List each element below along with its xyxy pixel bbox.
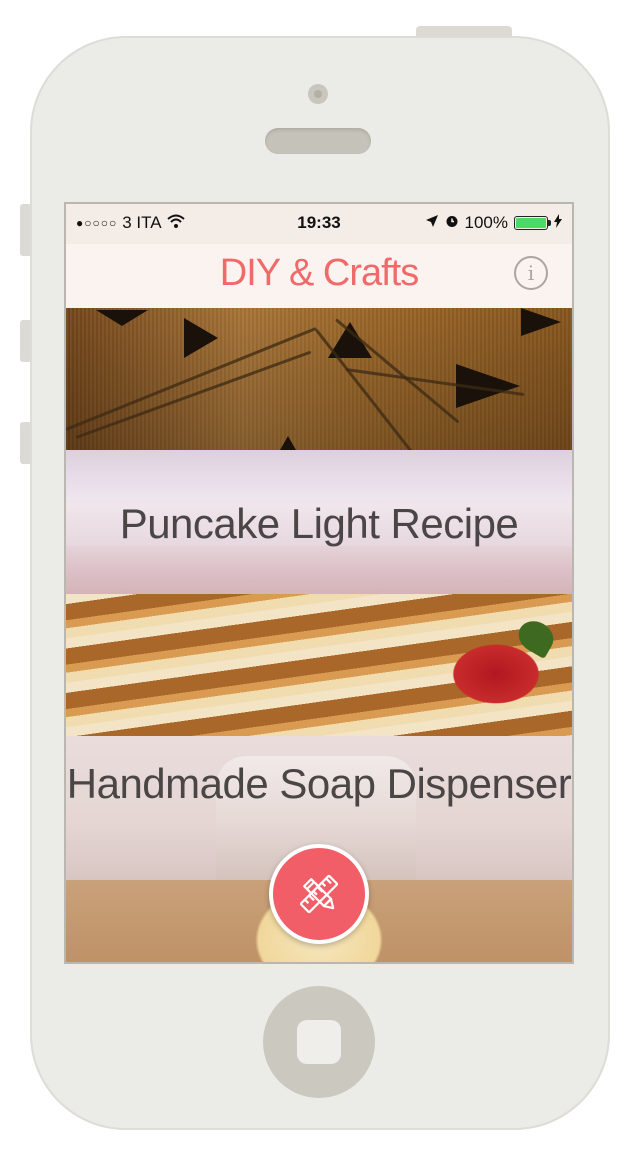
recipe-card-pancake-photo[interactable] [66, 594, 572, 736]
home-button[interactable] [263, 986, 375, 1098]
alarm-clock-icon [445, 213, 459, 233]
stamp-triangle [521, 308, 561, 336]
home-button-square [297, 1020, 341, 1064]
info-button[interactable]: i [514, 256, 548, 290]
strawberry-leaf [512, 615, 560, 659]
info-circle-icon: i [527, 261, 535, 285]
card-title: Handmade Soap Dispenser [66, 760, 572, 807]
status-right: 100% [425, 213, 562, 233]
stamp-triangle [96, 310, 148, 326]
stamp-triangle [184, 318, 218, 358]
charging-bolt-icon [554, 213, 562, 233]
twine-string [75, 350, 312, 439]
page-title: DIY & Crafts [219, 252, 419, 294]
location-arrow-icon [425, 213, 439, 233]
earpiece-speaker [265, 128, 371, 154]
battery-icon [514, 216, 551, 230]
card-title: Puncake Light Recipe [119, 500, 519, 547]
front-camera [308, 84, 328, 104]
recipe-card-pancake[interactable]: Puncake Light Recipe [66, 450, 572, 594]
navigation-bar: DIY & Crafts i [66, 244, 572, 308]
app-screen: ●○○○○ 3 ITA 19:33 100% DIY & Crafts i Pu… [66, 204, 572, 962]
pencil-ruler-icon [299, 874, 339, 914]
stamp-triangle [280, 436, 296, 450]
create-project-button[interactable] [269, 844, 369, 944]
status-bar: ●○○○○ 3 ITA 19:33 100% [66, 204, 572, 244]
craft-card-gift-wrap[interactable] [66, 308, 572, 450]
battery-percent: 100% [464, 213, 508, 232]
